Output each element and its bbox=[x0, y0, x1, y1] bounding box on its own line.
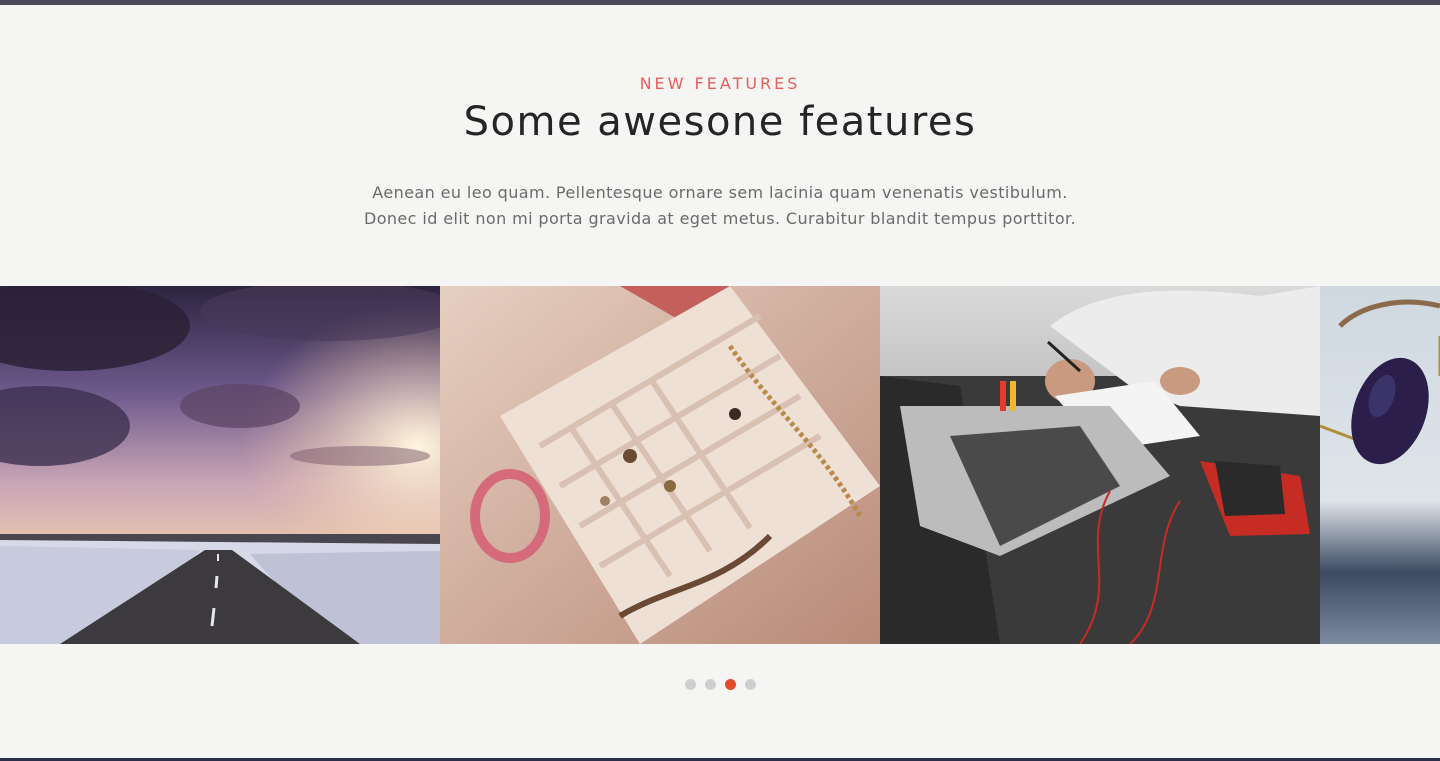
road-sunset-image bbox=[0, 286, 440, 644]
image-carousel[interactable] bbox=[0, 286, 1440, 644]
slide-sunglasses[interactable] bbox=[1320, 286, 1440, 644]
slide-jewelry-box[interactable] bbox=[440, 286, 880, 644]
section-title: Some awesone features bbox=[463, 99, 977, 145]
description-line-2: Donec id elit non mi porta gravida at eg… bbox=[363, 209, 1076, 228]
carousel-dot-4[interactable] bbox=[744, 679, 756, 690]
slide-laptop-desk[interactable] bbox=[880, 286, 1320, 644]
section-eyebrow: NEW FEATURES bbox=[639, 74, 801, 93]
jewelry-box-image bbox=[440, 286, 880, 644]
carousel-dot-3-active[interactable] bbox=[724, 679, 736, 690]
slide-road-sunset[interactable] bbox=[0, 286, 440, 644]
description-line-1: Aenean eu leo quam. Pellentesque ornare … bbox=[372, 183, 1068, 202]
top-border bbox=[0, 0, 1440, 5]
sunglasses-image bbox=[1320, 286, 1440, 644]
carousel-pagination bbox=[0, 679, 1440, 691]
carousel-dot-1[interactable] bbox=[684, 679, 696, 690]
section-description: Aenean eu leo quam. Pellentesque ornare … bbox=[0, 180, 1440, 232]
carousel-dot-2[interactable] bbox=[704, 679, 716, 690]
laptop-desk-image bbox=[880, 286, 1320, 644]
